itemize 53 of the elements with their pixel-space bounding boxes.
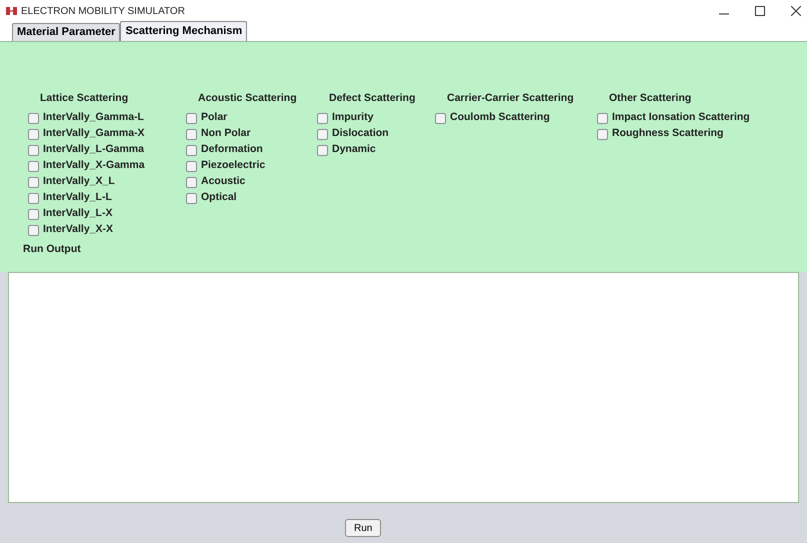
checkbox[interactable]	[317, 128, 328, 140]
maximize-icon[interactable]	[755, 6, 765, 16]
checkbox-label: Impact Ionsation Scattering	[612, 110, 750, 126]
app-logo-icon	[6, 7, 17, 15]
checkbox-label: InterVally_X-Gamma	[43, 158, 145, 174]
checkbox-label: Piezoelectric	[201, 158, 266, 174]
checkbox[interactable]	[186, 160, 197, 172]
checkbox[interactable]	[186, 192, 197, 204]
checkbox[interactable]	[186, 144, 197, 156]
checkbox[interactable]	[28, 208, 39, 220]
checkbox[interactable]	[28, 112, 39, 124]
checkbox-label: InterVally_L-L	[43, 190, 112, 206]
checkbox[interactable]	[597, 128, 608, 140]
checkbox-label: Optical	[201, 190, 237, 206]
checkbox-label: Roughness Scattering	[612, 126, 724, 142]
checkbox-label: Coulomb Scattering	[450, 110, 550, 126]
checkbox[interactable]	[28, 160, 39, 172]
checkbox[interactable]	[28, 128, 39, 140]
checkbox-label: InterVally_X-X	[43, 222, 114, 238]
checkbox-label: InterVally_Gamma-L	[43, 110, 144, 126]
tab[interactable]: Scattering Mechanism	[120, 21, 248, 41]
checkbox-label: Dynamic	[332, 142, 376, 158]
checkbox[interactable]	[186, 112, 197, 124]
checkbox-label: Polar	[201, 110, 228, 126]
checkbox-label: Impurity	[332, 110, 374, 126]
checkbox-label: InterVally_L-Gamma	[43, 142, 144, 158]
checkbox-label: InterVally_X_L	[43, 174, 115, 190]
checkbox-label: InterVally_Gamma-X	[43, 126, 145, 142]
group-heading: Defect Scattering	[329, 91, 416, 105]
checkbox-label: Deformation	[201, 142, 263, 158]
checkbox[interactable]	[28, 192, 39, 204]
checkbox[interactable]	[435, 112, 446, 124]
checkbox-label: Acoustic	[201, 174, 246, 190]
checkbox[interactable]	[28, 144, 39, 156]
checkbox[interactable]	[186, 176, 197, 188]
group-heading: Other Scattering	[609, 91, 692, 105]
checkbox[interactable]	[317, 112, 328, 124]
group-heading: Lattice Scattering	[40, 91, 130, 105]
checkbox[interactable]	[317, 144, 328, 156]
checkbox[interactable]	[597, 112, 608, 124]
checkbox[interactable]	[186, 128, 197, 140]
group-heading: Carrier-Carrier Scattering	[447, 91, 575, 105]
checkbox[interactable]	[28, 224, 39, 236]
checkbox-label: Dislocation	[332, 126, 389, 142]
close-icon[interactable]	[791, 6, 801, 16]
output-label: Run Output	[23, 242, 82, 258]
window-title: ELECTRON MOBILITY SIMULATOR	[21, 4, 185, 18]
checkbox-label: InterVally_L-X	[43, 206, 112, 222]
checkbox-label: Non Polar	[201, 126, 251, 142]
tab[interactable]: Material Parameter	[12, 23, 120, 41]
run-button[interactable]: Run	[345, 519, 382, 537]
group-heading: Acoustic Scattering	[198, 91, 298, 105]
checkbox[interactable]	[28, 176, 39, 188]
